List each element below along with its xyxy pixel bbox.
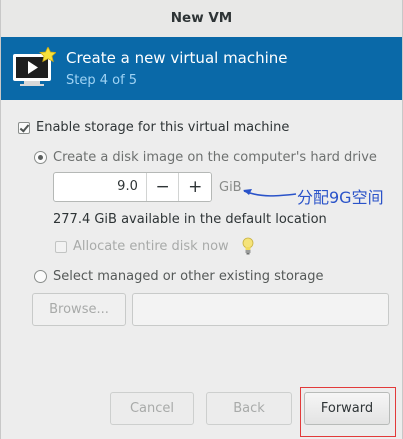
wizard-banner: Create a new virtual machine Step 4 of 5 bbox=[1, 37, 402, 100]
annotation-text: 分配9G空间 bbox=[297, 188, 384, 207]
forward-highlight-box bbox=[300, 387, 396, 437]
annotation-arrow bbox=[243, 189, 297, 197]
increment-button[interactable]: + bbox=[178, 173, 211, 201]
browse-button[interactable]: Browse... bbox=[32, 293, 126, 326]
disk-size-spinner[interactable]: 9.0 − + bbox=[53, 172, 212, 202]
decrement-button[interactable]: − bbox=[145, 173, 179, 201]
select-existing-label: Select managed or other existing storage bbox=[53, 269, 324, 284]
create-disk-label: Create a disk image on the computer's ha… bbox=[53, 150, 377, 165]
storage-panel: Enable storage for this virtual machine … bbox=[1, 100, 402, 439]
lightbulb-icon bbox=[242, 237, 254, 255]
storage-path-input[interactable] bbox=[132, 293, 389, 326]
available-space-text: 277.4 GiB available in the default locat… bbox=[53, 212, 327, 227]
create-disk-row[interactable]: Create a disk image on the computer's ha… bbox=[34, 150, 377, 165]
size-unit-label: GiB bbox=[219, 180, 242, 195]
select-existing-row[interactable]: Select managed or other existing storage bbox=[34, 269, 323, 284]
cancel-button[interactable]: Cancel bbox=[110, 392, 194, 425]
create-disk-radio[interactable] bbox=[34, 151, 47, 164]
enable-storage-label: Enable storage for this virtual machine bbox=[36, 120, 290, 135]
allocate-disk-checkbox[interactable] bbox=[55, 240, 67, 253]
allocate-row[interactable]: Allocate entire disk now bbox=[55, 239, 229, 254]
enable-storage-row[interactable]: Enable storage for this virtual machine bbox=[18, 120, 289, 135]
banner-step: Step 4 of 5 bbox=[66, 73, 138, 88]
allocate-disk-label: Allocate entire disk now bbox=[73, 239, 229, 254]
new-vm-window: New VM Create a new virtual machine Step… bbox=[0, 0, 403, 439]
monitor-star-icon bbox=[13, 47, 56, 86]
enable-storage-checkbox[interactable] bbox=[18, 121, 30, 134]
banner-title: Create a new virtual machine bbox=[66, 49, 288, 67]
disk-size-input[interactable]: 9.0 bbox=[54, 173, 146, 201]
back-button[interactable]: Back bbox=[206, 392, 292, 425]
window-title: New VM bbox=[1, 0, 402, 38]
select-existing-radio[interactable] bbox=[34, 270, 47, 283]
